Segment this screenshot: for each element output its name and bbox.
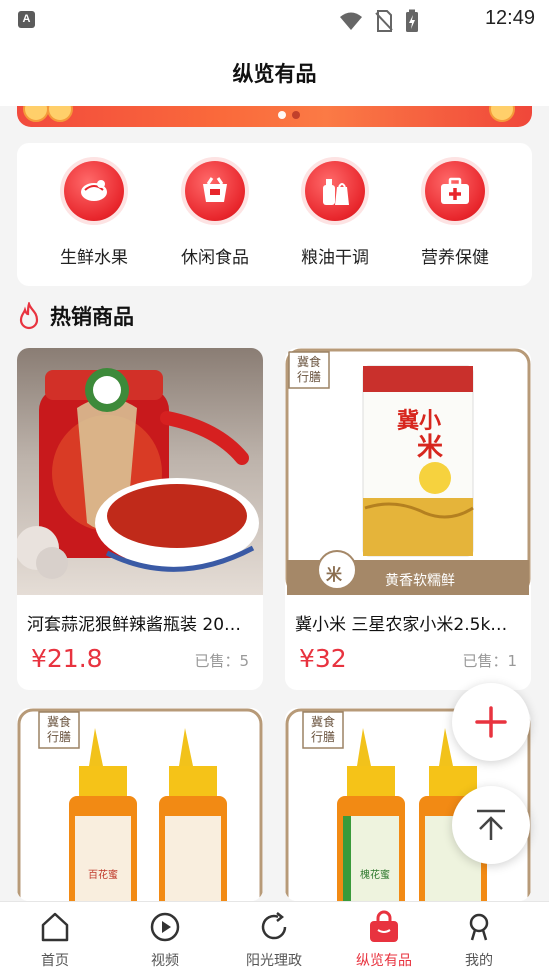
product-card[interactable]: 冀食 行膳 冀小 米 黄香软糯鲜 米 冀小米 三星农家小米2.5k… ¥32 已… <box>285 348 531 690</box>
svg-text:米: 米 <box>417 433 443 463</box>
battery-charging-icon <box>406 9 418 32</box>
page-title: 纵览有品 <box>232 62 317 86</box>
tab-sunshine-governance[interactable]: 阳光理政 <box>229 910 319 970</box>
snack-icon <box>185 161 245 221</box>
banner-pagination <box>278 111 300 119</box>
svg-text:冀食: 冀食 <box>297 354 321 369</box>
section-header: 热销商品 <box>17 298 134 334</box>
app-notification-icon: A <box>18 11 35 28</box>
svg-text:冀食: 冀食 <box>311 714 335 729</box>
category-label: 营养保健 <box>421 248 489 268</box>
back-to-top-icon <box>477 809 505 840</box>
fire-icon <box>19 302 39 330</box>
home-icon <box>41 912 69 942</box>
status-bar: A 12:49 <box>0 0 549 40</box>
svg-text:行膳: 行膳 <box>297 369 321 384</box>
tab-label: 纵览有品 <box>356 953 412 969</box>
bottom-tab-bar: 首页 视频 阳光理政 纵览有品 我的 <box>0 901 549 976</box>
product-image: 冀食 行膳 冀小 米 黄香软糯鲜 米 <box>285 348 531 595</box>
svg-text:冀食: 冀食 <box>47 714 71 729</box>
tab-label: 视频 <box>151 953 179 969</box>
product-price: ¥32 <box>299 644 347 673</box>
tab-label: 阳光理政 <box>246 953 302 969</box>
coin-decoration <box>23 106 49 122</box>
category-grain-oil[interactable]: 粮油干调 <box>280 161 390 268</box>
svg-text:冀小: 冀小 <box>397 409 441 434</box>
tab-zonglan-store[interactable]: 纵览有品 <box>339 910 429 970</box>
category-label: 休闲食品 <box>181 248 249 268</box>
pagination-dot-active[interactable] <box>278 111 286 119</box>
back-to-top-button[interactable] <box>452 786 530 864</box>
svg-text:槐花蜜: 槐花蜜 <box>360 868 390 881</box>
tab-profile[interactable]: 我的 <box>434 910 524 970</box>
tab-label: 我的 <box>465 953 493 969</box>
clock: 12:49 <box>484 7 535 29</box>
svg-text:行膳: 行膳 <box>311 729 335 744</box>
refresh-icon <box>261 912 287 940</box>
category-label: 生鲜水果 <box>60 248 128 268</box>
product-sold-count: 已售：1 <box>462 652 517 670</box>
product-name[interactable]: 河套蒜泥狠鲜辣酱瓶装 20… <box>27 610 253 635</box>
play-icon <box>150 912 180 942</box>
product-card[interactable]: 河套蒜泥狠鲜辣酱瓶装 20… ¥21.8 已售：5 <box>17 348 263 690</box>
product-banner-text: 黄香软糯鲜 <box>385 573 455 589</box>
tab-home[interactable]: 首页 <box>10 910 100 970</box>
profile-icon <box>469 913 489 941</box>
product-card[interactable]: 冀食 行膳 百花蜜 <box>17 708 263 901</box>
no-sim-icon <box>375 10 393 32</box>
section-title: 热销商品 <box>50 305 134 329</box>
fresh-food-icon <box>64 161 124 221</box>
tab-video[interactable]: 视频 <box>120 910 210 970</box>
grain-oil-icon <box>305 161 365 221</box>
product-image <box>17 348 263 595</box>
category-fresh-fruit[interactable]: 生鲜水果 <box>39 161 149 268</box>
tab-label: 首页 <box>41 953 69 969</box>
product-name[interactable]: 冀小米 三星农家小米2.5k… <box>295 610 521 635</box>
coin-decoration <box>489 106 515 122</box>
plus-icon <box>475 706 507 738</box>
rice-badge: 米 <box>326 565 343 584</box>
svg-text:百花蜜: 百花蜜 <box>88 868 118 881</box>
promo-banner[interactable] <box>17 106 532 127</box>
coin-decoration <box>47 106 73 122</box>
category-label: 粮油干调 <box>301 248 369 268</box>
add-button[interactable] <box>452 683 530 761</box>
category-health[interactable]: 营养保健 <box>400 161 510 268</box>
product-sold-count: 已售：5 <box>194 652 249 670</box>
health-kit-icon <box>425 161 485 221</box>
wifi-icon <box>340 12 362 30</box>
product-image: 冀食 行膳 百花蜜 <box>17 708 263 901</box>
svg-text:行膳: 行膳 <box>47 729 71 744</box>
product-price: ¥21.8 <box>31 644 103 673</box>
pagination-dot[interactable] <box>292 111 300 119</box>
shopping-bag-icon <box>370 910 398 942</box>
category-snacks[interactable]: 休闲食品 <box>160 161 270 268</box>
category-card: 生鲜水果 休闲食品 粮油干调 营养保健 <box>17 143 532 286</box>
page-header: 纵览有品 <box>0 40 549 106</box>
system-icons <box>339 9 419 33</box>
